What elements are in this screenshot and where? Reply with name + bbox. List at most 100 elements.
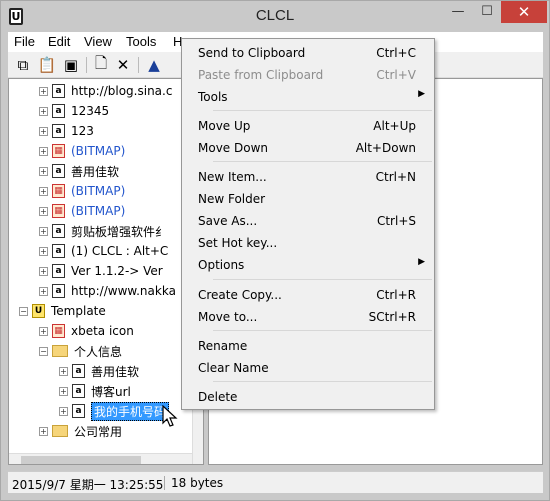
scroll-thumb[interactable]: [21, 456, 141, 464]
context-menu: Send to Clipboard Ctrl+C Paste from Clipb…: [181, 38, 435, 410]
menu-item-set-hot-key[interactable]: Set Hot key...: [183, 232, 433, 254]
clipboard-icon[interactable]: ▣: [62, 56, 80, 74]
expand-icon[interactable]: +: [39, 326, 48, 336]
menu-edit[interactable]: Edit: [48, 34, 70, 49]
menu-item-tools[interactable]: Tools ▶: [183, 86, 433, 108]
menu-item-rename[interactable]: Rename: [183, 335, 433, 357]
menu-separator: [213, 279, 432, 280]
tree-item-label: 12345: [71, 104, 110, 118]
tree-item[interactable]: + ▦ xbeta icon: [39, 321, 134, 341]
menu-item-move-down[interactable]: Move Down Alt+Down: [183, 137, 433, 159]
bitmap-item-icon: ▦: [52, 184, 65, 198]
expand-icon[interactable]: +: [39, 146, 48, 156]
tree-item-label: 博客url: [91, 384, 131, 399]
tree-item-folder[interactable]: − 个人信息: [39, 341, 122, 361]
menu-item-shortcut: Alt+Down: [355, 141, 416, 155]
tree-item-label: (BITMAP): [71, 204, 126, 218]
tree-item[interactable]: + ▦ (BITMAP): [39, 181, 125, 201]
tree-item[interactable]: + a 博客url: [59, 381, 131, 401]
tree-item[interactable]: + a http://www.nakka: [39, 281, 176, 301]
tree-item-label: (BITMAP): [71, 144, 126, 158]
expand-icon[interactable]: +: [39, 106, 48, 116]
tree-item[interactable]: + ▦ (BITMAP): [39, 201, 125, 221]
menu-item-label: Delete: [198, 390, 238, 404]
menu-item-paste-from-clipboard[interactable]: Paste from Clipboard Ctrl+V: [183, 64, 433, 86]
expand-icon[interactable]: +: [59, 386, 68, 396]
expand-icon[interactable]: +: [39, 206, 48, 216]
submenu-arrow-icon: ▶: [418, 89, 425, 99]
tree-item-label: Template: [51, 304, 106, 318]
expand-icon[interactable]: +: [39, 246, 48, 256]
tree-item[interactable]: + a 123: [39, 121, 94, 141]
tree-item[interactable]: + a 善用佳软: [59, 361, 139, 381]
tree-item[interactable]: + a Ver 1.1.2-> Ver: [39, 261, 163, 281]
tree-item-label: 123: [71, 124, 94, 138]
tree-item[interactable]: + a 12345: [39, 101, 109, 121]
expand-icon[interactable]: +: [39, 266, 48, 276]
menu-item-new-item[interactable]: New Item... Ctrl+N: [183, 166, 433, 188]
text-item-icon: a: [52, 164, 65, 178]
tree-item-selected[interactable]: + a 我的手机号码: [59, 401, 170, 421]
delete-icon[interactable]: ✕: [114, 56, 132, 74]
tree-item-label: http://www.nakka: [71, 284, 176, 298]
menu-item-label: Rename: [198, 339, 248, 353]
menu-item-options[interactable]: Options ▶: [183, 254, 433, 276]
up-icon[interactable]: ▲: [145, 56, 163, 74]
menu-item-save-as[interactable]: Save As... Ctrl+S: [183, 210, 433, 232]
expand-icon[interactable]: +: [39, 226, 48, 236]
text-item-icon: a: [52, 224, 65, 238]
expand-icon[interactable]: +: [39, 166, 48, 176]
tree-item[interactable]: + ▦ (BITMAP): [39, 141, 125, 161]
title-bar[interactable]: U CLCL — ☐ ✕: [1, 1, 549, 32]
menu-item-label: Move Down: [198, 141, 268, 155]
menu-item-delete[interactable]: Delete: [183, 386, 433, 408]
menu-file[interactable]: File: [14, 34, 35, 49]
tree-item[interactable]: + a 剪贴板增强软件纟: [39, 221, 167, 241]
menu-tools[interactable]: Tools: [126, 34, 156, 49]
tree-item[interactable]: + a 善用佳软: [39, 161, 119, 181]
menu-item-move-up[interactable]: Move Up Alt+Up: [183, 115, 433, 137]
menu-item-send-to-clipboard[interactable]: Send to Clipboard Ctrl+C: [183, 42, 433, 64]
text-item-icon: a: [52, 284, 65, 298]
expand-icon[interactable]: +: [39, 126, 48, 136]
menu-item-label: Set Hot key...: [198, 236, 278, 250]
expand-icon[interactable]: +: [59, 406, 68, 416]
collapse-icon[interactable]: −: [19, 306, 28, 316]
folder-open-icon: [52, 345, 68, 357]
maximize-button[interactable]: ☐: [473, 1, 501, 23]
collapse-icon[interactable]: −: [39, 346, 48, 356]
close-button[interactable]: ✕: [501, 1, 547, 23]
expand-icon[interactable]: +: [39, 286, 48, 296]
tree-item-label: (BITMAP): [71, 184, 126, 198]
expand-icon[interactable]: +: [39, 86, 48, 96]
menu-item-shortcut: Ctrl+R: [376, 288, 416, 302]
submenu-arrow-icon: ▶: [418, 257, 425, 267]
menu-separator: [213, 161, 432, 162]
status-datetime: 2015/9/7 星期一 13:25:55: [12, 478, 164, 492]
menu-item-move-to[interactable]: Move to... SCtrl+R: [183, 306, 433, 328]
text-item-icon: a: [52, 124, 65, 138]
tree-item[interactable]: + a http://blog.sina.c: [39, 81, 172, 101]
menu-item-create-copy[interactable]: Create Copy... Ctrl+R: [183, 284, 433, 306]
tree-item[interactable]: + a (1) CLCL : Alt+C: [39, 241, 168, 261]
copy-icon[interactable]: ⧉: [14, 56, 32, 74]
minimize-button[interactable]: —: [444, 1, 472, 23]
paste-icon[interactable]: 📋: [38, 56, 57, 74]
menu-item-shortcut: SCtrl+R: [368, 310, 416, 324]
menu-view[interactable]: View: [84, 34, 112, 49]
toolbar-separator: [138, 57, 139, 73]
tree-horizontal-scrollbar[interactable]: [9, 453, 192, 464]
menu-item-new-folder[interactable]: New Folder: [183, 188, 433, 210]
tree-item-folder[interactable]: + 公司常用: [39, 421, 122, 441]
expand-icon[interactable]: +: [39, 186, 48, 196]
text-item-icon: a: [72, 384, 85, 398]
tree-item-label: xbeta icon: [71, 324, 134, 338]
new-icon[interactable]: 🗋: [92, 54, 110, 74]
menu-item-clear-name[interactable]: Clear Name: [183, 357, 433, 379]
tree-item-template[interactable]: − U Template: [19, 301, 106, 321]
expand-icon[interactable]: +: [59, 366, 68, 376]
text-item-icon: a: [52, 264, 65, 278]
expand-icon[interactable]: +: [39, 426, 48, 436]
menu-item-label: Clear Name: [198, 361, 269, 375]
menu-item-label: Create Copy...: [198, 288, 282, 302]
